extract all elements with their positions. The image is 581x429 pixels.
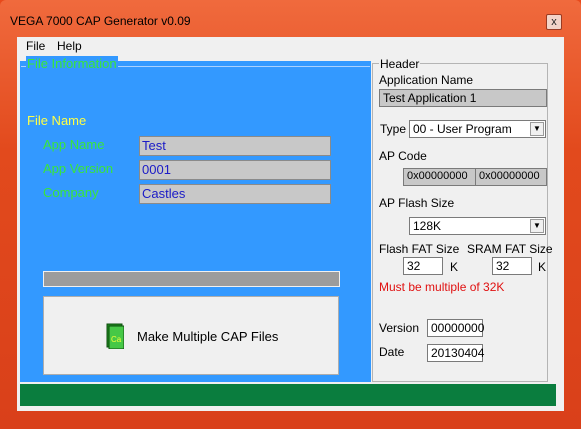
application-name-label: Application Name <box>379 73 474 87</box>
type-select-value: 00 - User Program <box>413 122 512 136</box>
make-cap-files-button[interactable]: Ca Make Multiple CAP Files <box>43 296 339 375</box>
header-title: Header <box>379 57 421 71</box>
sram-fat-size-label: SRAM FAT Size <box>467 242 553 256</box>
ap-code-label: AP Code <box>379 149 427 163</box>
ap-flash-size-label: AP Flash Size <box>379 196 455 210</box>
type-label: Type <box>380 122 407 136</box>
warning-text: Must be multiple of 32K <box>379 280 505 294</box>
file-name-label: File Name <box>27 113 87 128</box>
cap-file-icon-text: Ca <box>111 335 122 344</box>
type-select[interactable]: 00 - User Program ▼ <box>409 120 546 138</box>
sram-fat-size-input[interactable]: 32 <box>492 257 532 275</box>
ap-flash-size-value: 128K <box>413 219 442 233</box>
version-label: Version <box>379 321 420 335</box>
ap-code-field-1[interactable]: 0x00000000 <box>403 168 476 186</box>
status-bar <box>20 384 556 406</box>
ap-code-field-2[interactable]: 0x00000000 <box>475 168 547 186</box>
cap-file-icon: Ca <box>106 323 124 349</box>
client-area: File Help File Information File Name App… <box>17 37 564 411</box>
window-title: VEGA 7000 CAP Generator v0.09 <box>10 14 191 28</box>
date-label: Date <box>379 345 405 359</box>
close-button[interactable]: x <box>546 14 562 30</box>
menu-file[interactable]: File <box>26 39 45 53</box>
menu-bar: File Help <box>17 37 564 55</box>
version-input[interactable]: 00000000 <box>427 319 484 337</box>
menu-help[interactable]: Help <box>57 39 82 53</box>
date-input[interactable]: 20130404 <box>427 344 484 362</box>
flash-fat-unit: K <box>450 260 459 274</box>
chevron-down-icon: ▼ <box>530 122 544 136</box>
make-cap-files-label: Make Multiple CAP Files <box>137 329 279 344</box>
title-bar[interactable]: VEGA 7000 CAP Generator v0.09 x <box>0 0 581 34</box>
app-version-label: App Version <box>43 161 114 176</box>
company-field[interactable]: Castles <box>139 184 331 204</box>
app-name-label: App Name <box>43 137 105 152</box>
file-information-title: File Information <box>26 56 118 71</box>
flash-fat-size-input[interactable]: 32 <box>403 257 443 275</box>
app-window: VEGA 7000 CAP Generator v0.09 x File Hel… <box>0 0 581 429</box>
chevron-down-icon: ▼ <box>530 219 544 233</box>
flash-fat-size-label: Flash FAT Size <box>379 242 460 256</box>
sram-fat-unit: K <box>538 260 547 274</box>
company-label: Company <box>43 185 99 200</box>
application-name-field[interactable]: Test Application 1 <box>379 89 547 107</box>
ap-flash-size-select[interactable]: 128K ▼ <box>409 217 546 235</box>
progress-bar <box>43 271 340 287</box>
app-version-field[interactable]: 0001 <box>139 160 331 180</box>
app-name-field[interactable]: Test <box>139 136 331 156</box>
